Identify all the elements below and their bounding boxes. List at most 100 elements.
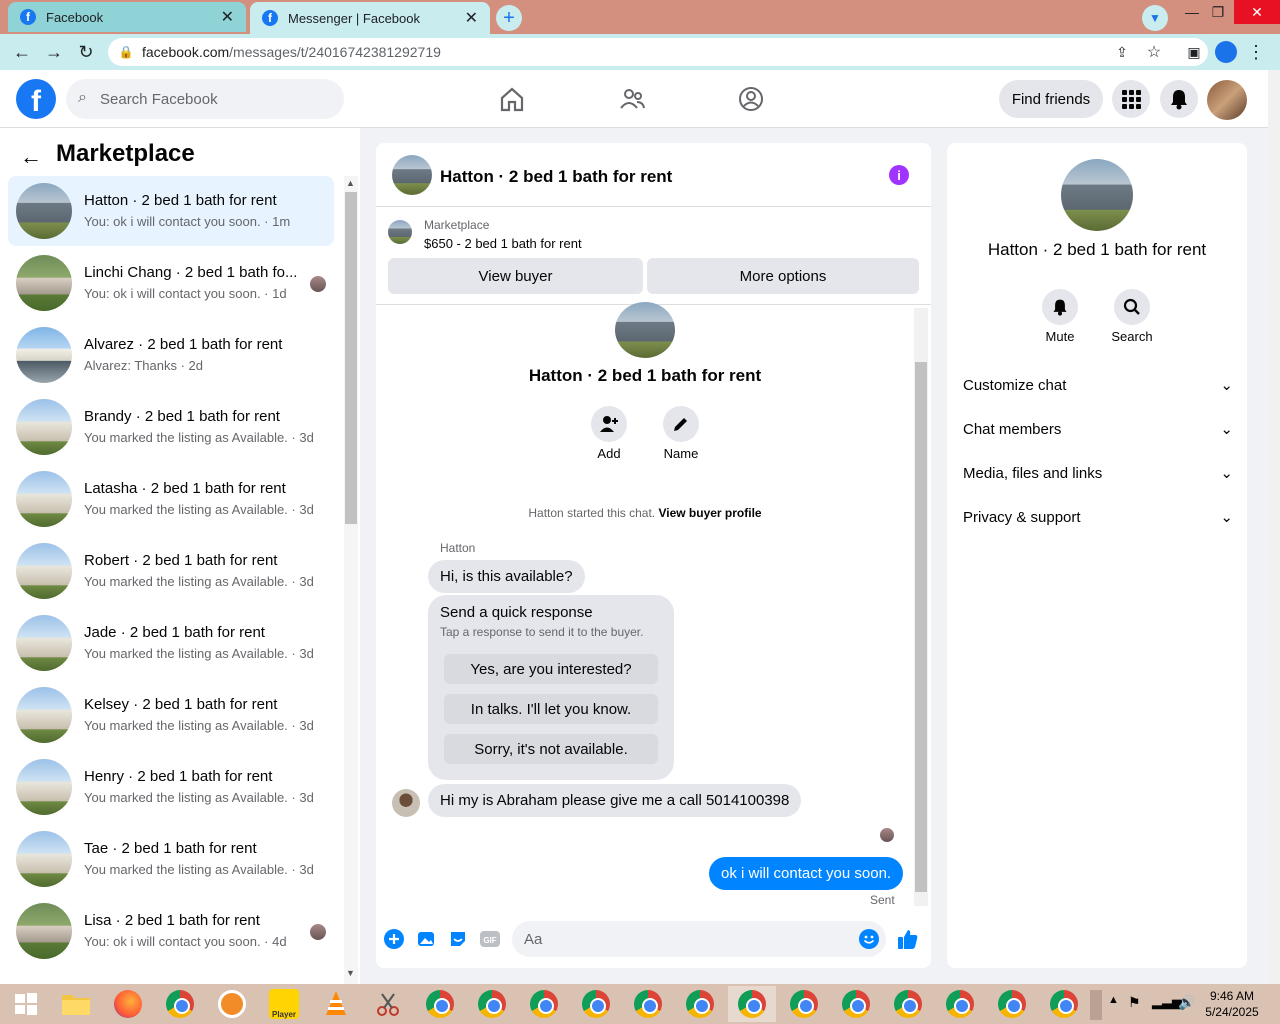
url-field[interactable]: facebook.com/messages/t/2401674238129271… [108, 38, 1208, 66]
back-icon[interactable]: ← [10, 40, 34, 64]
notifications-button[interactable] [1160, 80, 1198, 118]
chrome-window-taskbar-button[interactable] [988, 986, 1036, 1022]
scroll-down-arrow-icon[interactable]: ▼ [346, 968, 355, 978]
search-input[interactable]: ⌕ Search Facebook [66, 79, 344, 119]
privacy-support-section[interactable]: Privacy & support ⌄ [963, 503, 1233, 531]
chrome-taskbar-button[interactable] [156, 986, 204, 1022]
tray-expand-icon[interactable]: ▲ [1108, 994, 1119, 1006]
sender-avatar[interactable] [392, 789, 420, 817]
facebook-logo-icon[interactable]: f [16, 79, 56, 119]
emoji-button[interactable] [858, 928, 880, 950]
conversation-item[interactable]: Hatton · 2 bed 1 bath for rent You: ok i … [8, 176, 334, 246]
chat-header-thumbnail[interactable] [392, 155, 432, 195]
add-person-button[interactable] [591, 406, 627, 442]
reload-icon[interactable]: ↻ [74, 40, 98, 64]
page-scrollbar[interactable] [1268, 70, 1280, 984]
account-avatar[interactable] [1207, 80, 1247, 120]
outgoing-message[interactable]: ok i will contact you soon. [709, 857, 904, 890]
gif-button[interactable]: GIF [479, 928, 501, 950]
volume-icon[interactable]: 🔊 [1178, 994, 1195, 1011]
chat-members-section[interactable]: Chat members ⌄ [963, 415, 1233, 443]
share-icon[interactable]: ⇪ [1110, 40, 1134, 64]
friends-icon[interactable] [617, 84, 647, 114]
close-tab-icon[interactable]: ✕ [221, 7, 234, 27]
chrome-window-taskbar-button[interactable] [936, 986, 984, 1022]
chat-title[interactable]: Hatton · 2 bed 1 bath for rent [440, 167, 672, 187]
chrome-window-taskbar-button[interactable] [676, 986, 724, 1022]
groups-icon[interactable] [736, 84, 766, 114]
view-buyer-button[interactable]: View buyer [388, 258, 643, 294]
conversation-item[interactable]: Lisa · 2 bed 1 bath for rent You: ok i wi… [8, 896, 334, 966]
browser-tab-facebook[interactable]: f Facebook ✕ [8, 2, 246, 32]
conversation-item[interactable]: Brandy · 2 bed 1 bath for rent You marked… [8, 392, 334, 462]
player-taskbar-button[interactable]: Player [260, 986, 308, 1022]
conversation-item[interactable]: Linchi Chang · 2 bed 1 bath fo... You: ok… [8, 248, 334, 318]
chrome-window-taskbar-button[interactable] [468, 986, 516, 1022]
mute-button[interactable] [1042, 289, 1078, 325]
chrome-window-taskbar-button[interactable] [416, 986, 464, 1022]
section-label: Chat members [963, 420, 1062, 438]
customize-chat-section[interactable]: Customize chat ⌄ [963, 371, 1233, 399]
conversation-item[interactable]: Robert · 2 bed 1 bath for rent You marked… [8, 536, 334, 606]
chat-scrollbar-thumb[interactable] [915, 362, 927, 892]
taskbar-clock[interactable]: 9:46 AM 5/24/2025 [1200, 988, 1264, 1020]
browser-menu-icon[interactable]: ⋮ [1244, 40, 1268, 64]
maximize-button[interactable]: ❐ [1200, 0, 1236, 24]
close-tab-icon[interactable]: ✕ [465, 8, 478, 28]
chrome-window-taskbar-button[interactable] [728, 986, 776, 1022]
message-input[interactable]: Aa [512, 921, 886, 957]
scroll-up-arrow-icon[interactable]: ▲ [346, 178, 355, 188]
menu-grid-button[interactable] [1112, 80, 1150, 118]
chrome-window-taskbar-button[interactable] [1040, 986, 1088, 1022]
conversation-item[interactable]: Kelsey · 2 bed 1 bath for rent You marked… [8, 680, 334, 750]
sticker-button[interactable] [447, 928, 469, 950]
app-taskbar-button[interactable] [208, 986, 256, 1022]
incoming-message[interactable]: Hi my is Abraham please give me a call 5… [428, 784, 802, 817]
more-actions-button[interactable] [383, 928, 405, 950]
conversation-item[interactable]: Alvarez · 2 bed 1 bath for rent Alvarez: … [8, 320, 334, 390]
side-panel-icon[interactable]: ▣ [1182, 40, 1206, 64]
close-window-button[interactable]: ✕ [1234, 0, 1280, 24]
find-friends-button[interactable]: Find friends [999, 80, 1103, 118]
quick-reply-in-talks-button[interactable]: In talks. I'll let you know. [444, 694, 658, 724]
view-buyer-profile-link[interactable]: View buyer profile [658, 506, 761, 520]
file-explorer-taskbar-button[interactable] [52, 986, 100, 1022]
chrome-window-taskbar-button[interactable] [832, 986, 880, 1022]
network-flag-icon[interactable]: ⚑ [1128, 994, 1141, 1011]
search-in-chat-button[interactable] [1114, 289, 1150, 325]
bookmark-star-icon[interactable]: ☆ [1142, 40, 1166, 64]
profile-icon[interactable] [1214, 40, 1238, 64]
vlc-taskbar-button[interactable] [312, 986, 360, 1022]
details-thumbnail[interactable] [1061, 159, 1133, 231]
more-options-button[interactable]: More options [647, 258, 919, 294]
lock-icon[interactable]: 🔒 [114, 40, 138, 64]
incoming-message[interactable]: Hi, is this available? [428, 560, 585, 593]
chrome-window-taskbar-button[interactable] [520, 986, 568, 1022]
media-files-links-section[interactable]: Media, files and links ⌄ [963, 459, 1233, 487]
chrome-window-taskbar-button[interactable] [624, 986, 672, 1022]
chrome-window-taskbar-button[interactable] [572, 986, 620, 1022]
name-button[interactable] [663, 406, 699, 442]
home-icon[interactable] [497, 84, 527, 114]
snipping-tool-taskbar-button[interactable] [364, 986, 412, 1022]
back-arrow-icon[interactable]: ← [20, 144, 42, 170]
quick-reply-sorry-button[interactable]: Sorry, it's not available. [444, 734, 658, 764]
new-tab-button[interactable]: + [496, 5, 522, 31]
conversation-item[interactable]: Latasha · 2 bed 1 bath for rent You marke… [8, 464, 334, 534]
start-button[interactable] [2, 986, 50, 1022]
forward-icon[interactable]: → [42, 40, 66, 64]
like-button[interactable] [897, 928, 919, 950]
attach-photo-button[interactable] [415, 928, 437, 950]
conversation-item[interactable]: Henry · 2 bed 1 bath for rent You marked … [8, 752, 334, 822]
quick-reply-yes-button[interactable]: Yes, are you interested? [444, 654, 658, 684]
tab-search-button[interactable]: ▼ [1142, 5, 1168, 31]
chrome-window-taskbar-button[interactable] [780, 986, 828, 1022]
photo-icon [418, 932, 434, 946]
conversation-item[interactable]: Tae · 2 bed 1 bath for rent You marked th… [8, 824, 334, 894]
conversation-item[interactable]: Jade · 2 bed 1 bath for rent You marked t… [8, 608, 334, 678]
browser-tab-messenger[interactable]: f Messenger | Facebook ✕ [250, 2, 490, 34]
firefox-taskbar-button[interactable] [104, 986, 152, 1022]
info-icon[interactable]: i [889, 165, 909, 185]
chrome-window-taskbar-button[interactable] [884, 986, 932, 1022]
sidebar-scrollbar-thumb[interactable] [345, 192, 357, 524]
